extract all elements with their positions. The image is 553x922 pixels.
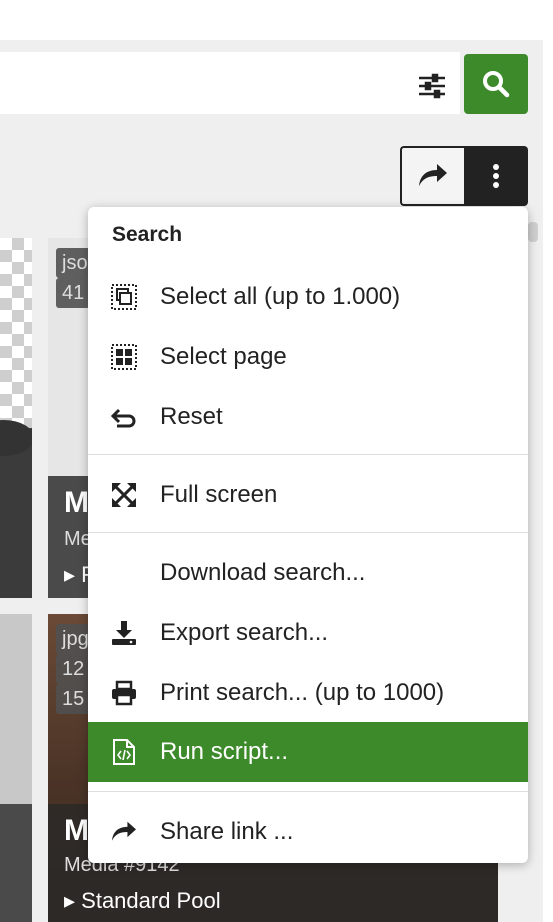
menu-item-select-all[interactable]: Select all (up to 1.000) — [88, 267, 528, 327]
menu-divider — [88, 532, 528, 533]
file-size-badge: 15 — [56, 684, 91, 714]
menu-item-download-search[interactable]: Download search... — [88, 543, 528, 603]
result-tile[interactable] — [0, 614, 32, 922]
search-icon — [483, 71, 510, 98]
menu-item-label: Select page — [160, 343, 287, 370]
menu-item-label: Export search... — [160, 619, 329, 646]
top-area — [0, 0, 553, 40]
menu-divider — [88, 791, 528, 792]
more-options-button[interactable] — [464, 146, 528, 206]
file-dimension-badge: 12 — [56, 654, 91, 684]
menu-item-label: Select all (up to 1.000) — [160, 283, 401, 310]
menu-item-reset[interactable]: Reset — [88, 387, 528, 447]
download-icon — [110, 619, 138, 647]
result-tile[interactable] — [0, 238, 32, 598]
menu-item-export-search[interactable]: Export search... — [88, 603, 528, 663]
menu-item-label: Full screen — [160, 481, 278, 508]
more-vertical-icon — [493, 164, 499, 188]
menu-item-full-screen[interactable]: Full screen — [88, 465, 528, 525]
menu-item-label: Share link ... — [160, 818, 294, 845]
select-all-icon — [110, 283, 138, 311]
script-file-icon — [110, 738, 138, 766]
sliders-icon[interactable] — [416, 70, 448, 102]
menu-item-run-script[interactable]: Run script... — [88, 722, 528, 782]
menu-item-label: Reset — [160, 403, 223, 430]
menu-divider — [88, 454, 528, 455]
tile-title: M — [64, 814, 89, 847]
transparent-thumbnail — [0, 238, 32, 428]
menu-heading: Search — [112, 223, 183, 246]
file-size-badge: 41 — [56, 278, 91, 308]
print-icon — [110, 679, 138, 707]
undo-icon — [110, 403, 138, 431]
share-arrow-icon — [110, 818, 138, 846]
thumbnail-shape — [0, 420, 32, 456]
search-options-menu: Search Select all (up to 1.000) Select p… — [88, 207, 528, 863]
search-input[interactable] — [0, 52, 460, 114]
tile-title: M — [64, 486, 89, 519]
scrollbar-thumb[interactable] — [528, 222, 538, 242]
menu-item-print-search[interactable]: Print search... (up to 1000) — [88, 663, 528, 723]
share-button[interactable] — [400, 146, 464, 206]
fullscreen-icon — [110, 481, 138, 509]
tile-caption-area — [0, 804, 32, 922]
search-button[interactable] — [464, 54, 528, 114]
menu-item-label: Run script... — [160, 738, 289, 765]
menu-item-select-page[interactable]: Select page — [88, 327, 528, 387]
tile-pool: ▸ Standard Pool — [64, 888, 221, 913]
menu-item-label: Print search... (up to 1000) — [160, 679, 445, 706]
menu-item-label: Download search... — [160, 559, 366, 586]
menu-item-share-link[interactable]: Share link ... — [88, 802, 528, 862]
select-page-icon — [110, 343, 138, 371]
scrollbar-track[interactable] — [543, 40, 553, 922]
share-arrow-icon — [419, 164, 447, 186]
